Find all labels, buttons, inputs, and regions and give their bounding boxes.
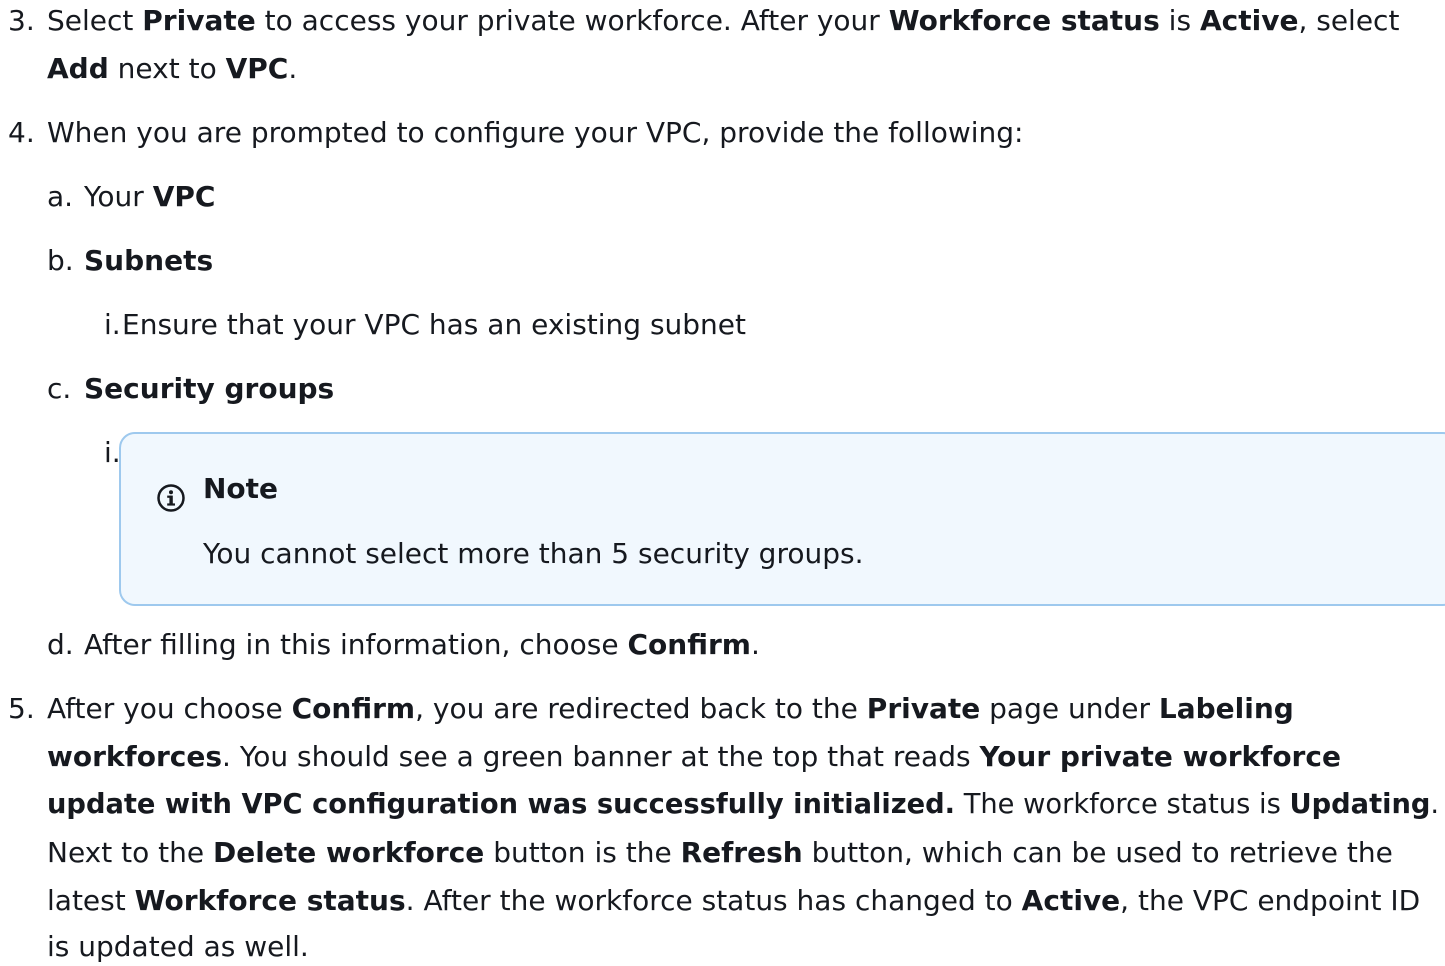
step-5-line-1: After you choose Confirm, you are redire… (47, 692, 1294, 725)
step-3-number: 3. (8, 4, 35, 37)
step-5-line-5: latest Workforce status. After the workf… (47, 884, 1421, 917)
note-callout: Note You cannot select more than 5 secur… (119, 432, 1445, 606)
step-4a-text: Your VPC (84, 180, 216, 213)
step-5-number: 5. (8, 692, 35, 725)
step-4b-i-text: Ensure that your VPC has an existing sub… (122, 308, 747, 341)
step-4c-text: Security groups (84, 372, 335, 405)
step-4d-text: After filling in this information, choos… (84, 628, 760, 661)
step-3-line-1: Select Private to access your private wo… (47, 4, 1400, 37)
note-title: Note (203, 472, 279, 505)
step-5-line-2: workforces. You should see a green banne… (47, 740, 1341, 773)
step-4a-label: a. (47, 180, 74, 213)
note-body: You cannot select more than 5 security g… (203, 537, 864, 570)
step-5-line-3: update with VPC configuration was succes… (47, 789, 1440, 820)
step-4-number: 4. (8, 116, 35, 149)
step-4b-i-label: i. (104, 308, 121, 341)
step-4d-label: d. (47, 628, 74, 661)
step-5-line-4: Next to the Delete workforce button is t… (47, 836, 1393, 869)
step-4-text: When you are prompted to configure your … (47, 116, 1024, 149)
step-4c-label: c. (47, 372, 72, 405)
step-3-line-2: Add next to VPC. (47, 52, 298, 85)
info-icon (157, 484, 185, 512)
step-4b-text: Subnets (84, 244, 214, 277)
step-4b-label: b. (47, 244, 74, 277)
document: 3. Select Private to access your private… (0, 0, 1445, 966)
step-5-line-6: is updated as well. (47, 930, 309, 963)
